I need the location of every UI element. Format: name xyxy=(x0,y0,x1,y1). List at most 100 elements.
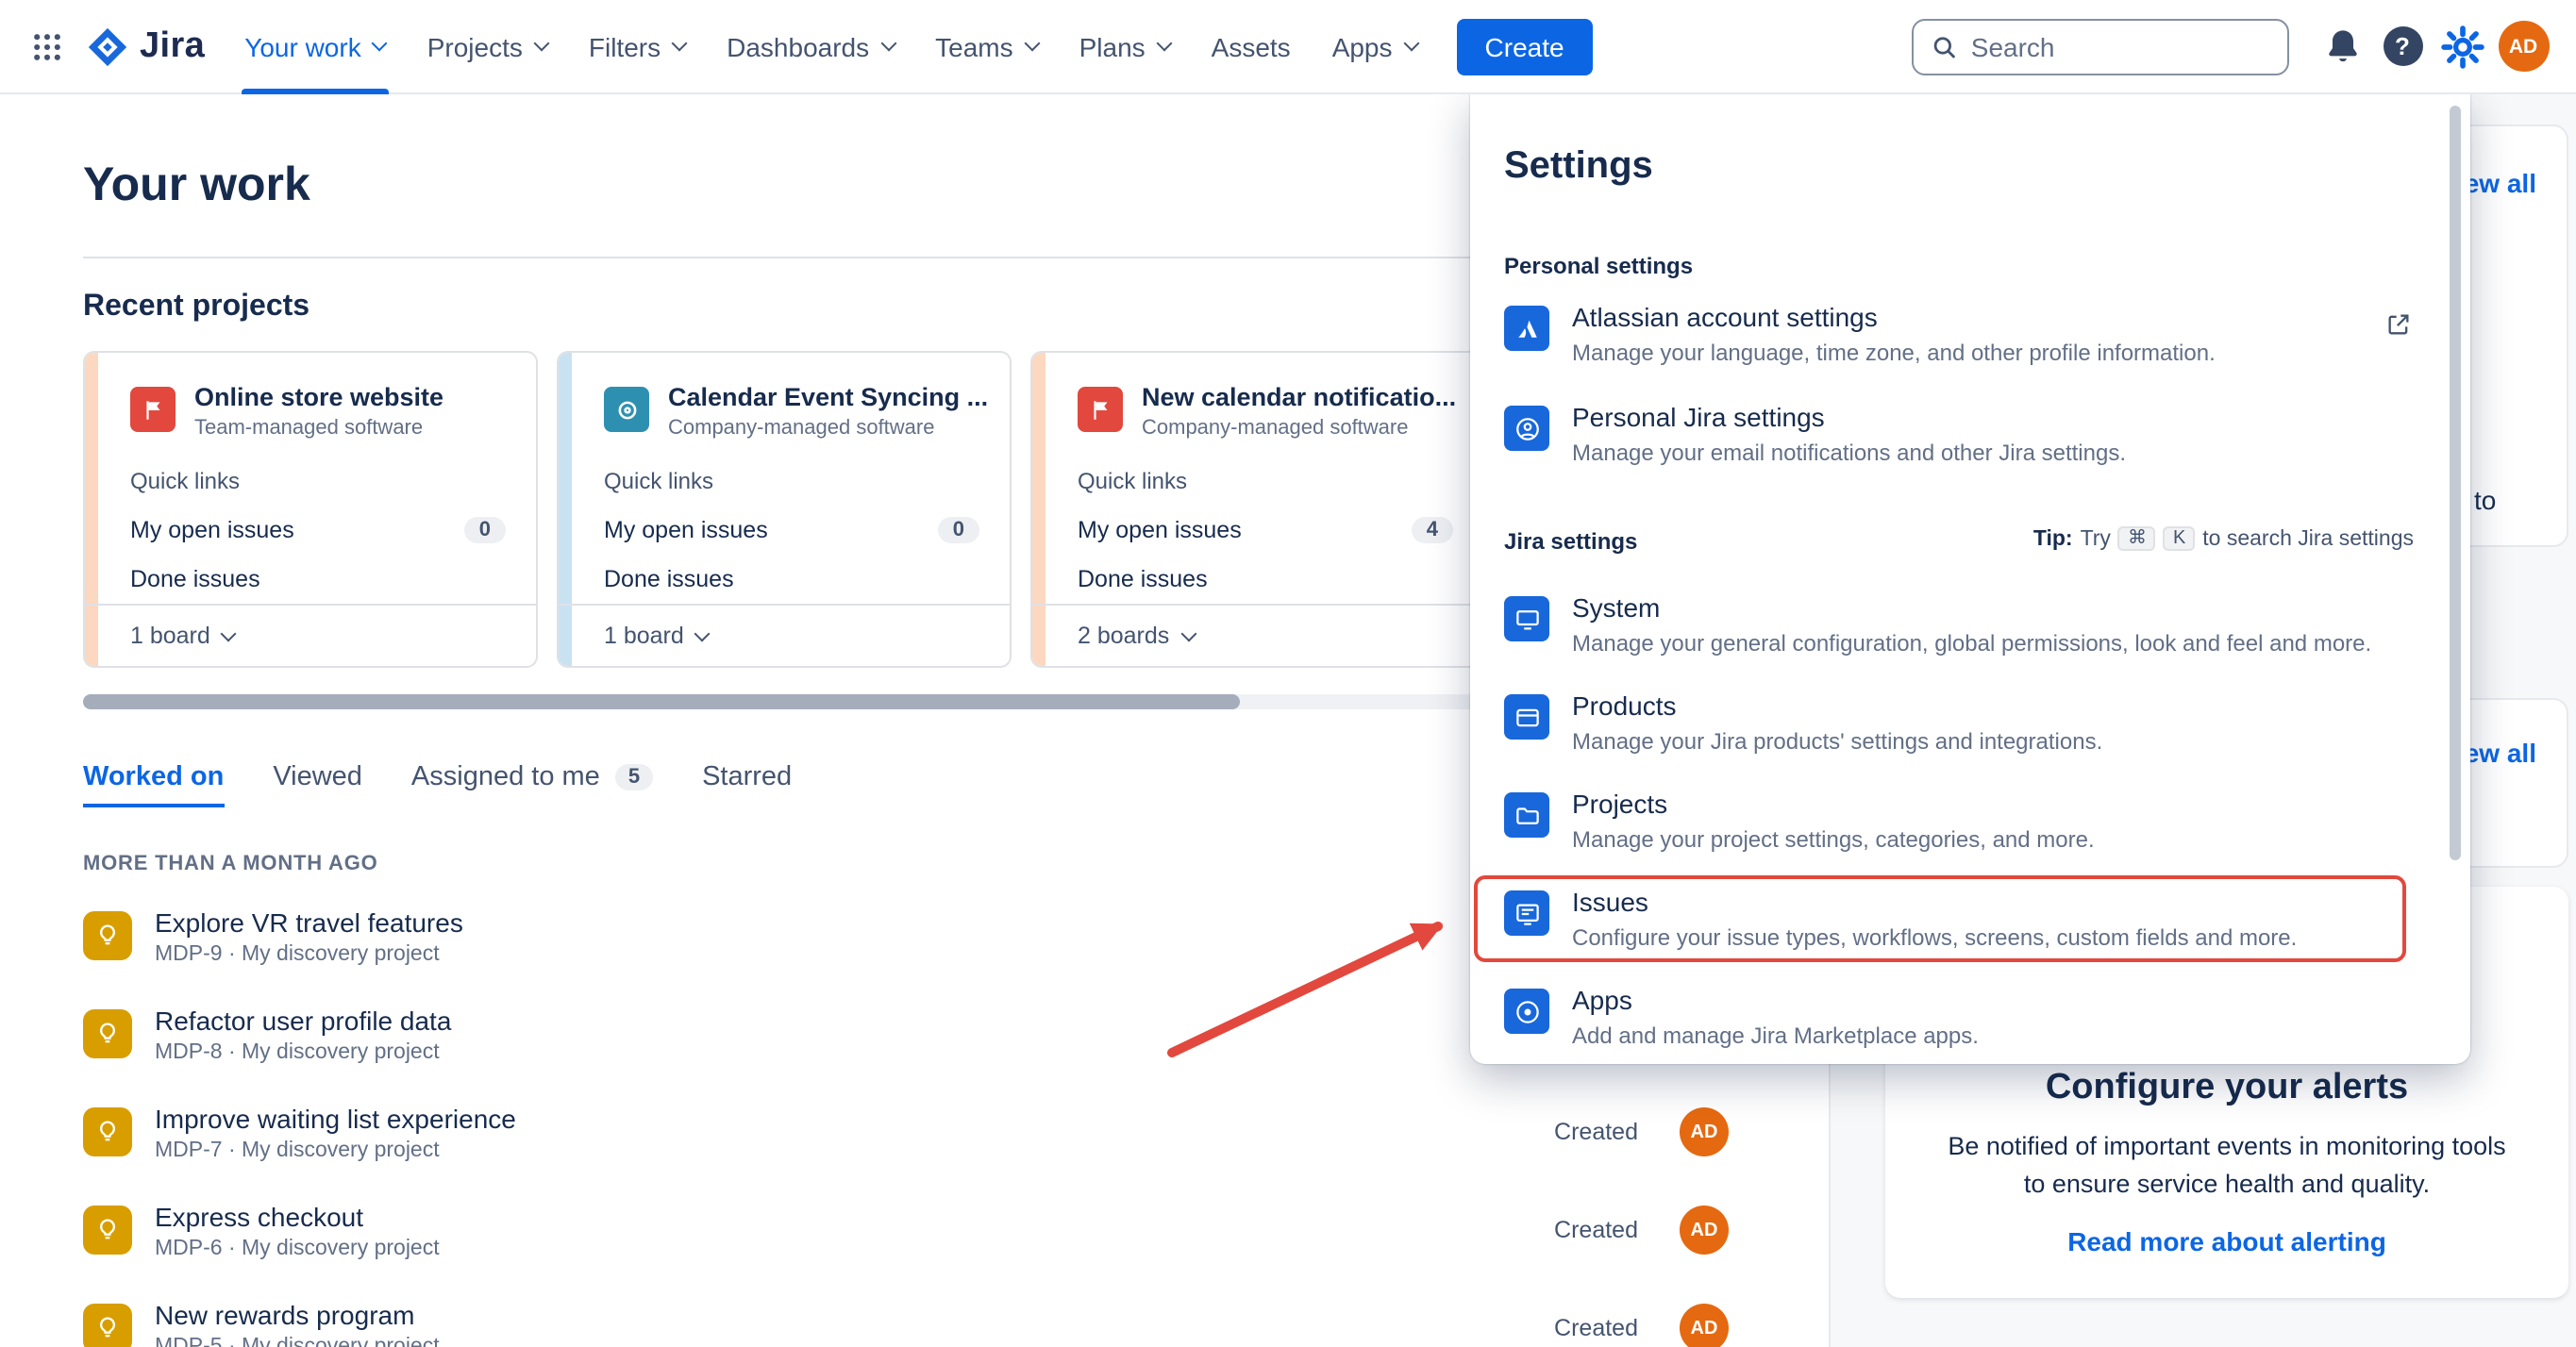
alerts-body: Be notified of important events in monit… xyxy=(1934,1128,2519,1202)
nav-apps[interactable]: Apps xyxy=(1312,0,1438,93)
quick-links-label: Quick links xyxy=(604,468,979,494)
status-text: Created xyxy=(1554,1315,1638,1341)
search-tip: Tip: Try ⌘ K to search Jira settings xyxy=(2033,526,2414,551)
done-issues-row[interactable]: Done issues xyxy=(130,566,506,592)
recent-projects-row: Online store website Team-managed softwa… xyxy=(83,351,1485,668)
idea-icon xyxy=(83,1107,132,1156)
my-open-issues-row[interactable]: My open issues 0 xyxy=(604,517,979,543)
settings-gear-icon[interactable] xyxy=(2433,16,2493,76)
nav-assets[interactable]: Assets xyxy=(1191,0,1312,93)
chevron-down-icon xyxy=(1024,36,1040,52)
nav-projects[interactable]: Projects xyxy=(407,0,568,93)
project-subtitle: Company-managed software xyxy=(668,417,988,440)
chevron-down-icon xyxy=(1403,36,1419,52)
horizontal-scrollbar-thumb[interactable] xyxy=(83,694,1240,709)
page-title: Your work xyxy=(83,158,310,213)
issue-title[interactable]: New rewards program xyxy=(155,1299,440,1329)
done-issues-row[interactable]: Done issues xyxy=(604,566,979,592)
quick-links-label: Quick links xyxy=(1078,468,1453,494)
jira-settings-section-label: Jira settings xyxy=(1504,528,1637,555)
nav-filters[interactable]: Filters xyxy=(568,0,706,93)
avatar-initials: AD xyxy=(2498,21,2549,72)
chevron-down-icon xyxy=(1156,36,1172,52)
project-title[interactable]: Calendar Event Syncing ... xyxy=(668,383,988,411)
chevron-down-icon xyxy=(672,36,688,52)
issue-title[interactable]: Improve waiting list experience xyxy=(155,1103,516,1133)
chevron-down-icon xyxy=(372,36,388,52)
open-issues-count: 4 xyxy=(1412,517,1453,543)
monitor-icon xyxy=(1504,596,1549,641)
notifications-bell-icon[interactable] xyxy=(2312,16,2372,76)
atlassian-logo-icon xyxy=(1504,306,1549,351)
done-issues-row[interactable]: Done issues xyxy=(1078,566,1453,592)
menu-item-apps[interactable]: Apps Add and manage Jira Marketplace app… xyxy=(1504,985,2448,1049)
nav-teams[interactable]: Teams xyxy=(914,0,1058,93)
project-avatar-icon xyxy=(130,387,176,432)
menu-item-atlassian-account[interactable]: Atlassian account settings Manage your l… xyxy=(1504,302,2448,366)
list-item[interactable]: Improve waiting list experience MDP-7 · … xyxy=(83,1083,1732,1181)
board-selector[interactable]: 1 board xyxy=(559,604,1010,666)
tab-worked-on[interactable]: Worked on xyxy=(83,762,224,807)
alerts-read-more-link[interactable]: Read more about alerting xyxy=(2067,1226,2386,1256)
project-subtitle: Team-managed software xyxy=(194,417,443,440)
external-link-icon xyxy=(2385,311,2412,347)
target-icon xyxy=(1504,989,1549,1034)
assignee-avatar: AD xyxy=(1680,1107,1729,1156)
nav-your-work[interactable]: Your work xyxy=(224,0,407,93)
search-input[interactable] xyxy=(1971,31,2268,61)
my-open-issues-row[interactable]: My open issues 0 xyxy=(130,517,506,543)
nav-dashboards[interactable]: Dashboards xyxy=(706,0,914,93)
nav-plans[interactable]: Plans xyxy=(1059,0,1191,93)
my-open-issues-row[interactable]: My open issues 4 xyxy=(1078,517,1453,543)
assignee-avatar: AD xyxy=(1680,1206,1729,1255)
tab-viewed[interactable]: Viewed xyxy=(273,762,362,807)
issue-title[interactable]: Explore VR travel features xyxy=(155,906,463,937)
idea-icon xyxy=(83,911,132,960)
project-card[interactable]: New calendar notificatio... Company-mana… xyxy=(1030,351,1485,668)
jira-logo[interactable]: Jira xyxy=(75,25,224,67)
idea-icon xyxy=(83,1206,132,1255)
chevron-down-icon xyxy=(533,36,549,52)
tab-starred[interactable]: Starred xyxy=(702,762,792,807)
board-selector[interactable]: 1 board xyxy=(85,604,536,666)
project-card[interactable]: Calendar Event Syncing ... Company-manag… xyxy=(557,351,1012,668)
menu-item-personal-jira-settings[interactable]: Personal Jira settings Manage your email… xyxy=(1504,402,2448,466)
project-avatar-icon xyxy=(604,387,649,432)
settings-title: Settings xyxy=(1504,145,1653,189)
issue-meta: MDP-5 · My discovery project xyxy=(155,1335,440,1347)
board-selector[interactable]: 2 boards xyxy=(1032,604,1483,666)
cmd-key-chip: ⌘ xyxy=(2118,526,2156,551)
app-switcher-icon[interactable] xyxy=(19,18,75,75)
dropdown-scrollbar-thumb[interactable] xyxy=(2450,106,2461,860)
jira-wordmark: Jira xyxy=(140,25,205,67)
help-icon[interactable]: ? xyxy=(2372,16,2433,76)
create-button[interactable]: Create xyxy=(1457,18,1593,75)
annotation-arrow xyxy=(1151,902,1472,1072)
tab-assigned-to-me[interactable]: Assigned to me 5 xyxy=(411,762,653,807)
card-icon xyxy=(1504,694,1549,740)
project-avatar-icon xyxy=(1078,387,1123,432)
open-issues-count: 0 xyxy=(938,517,979,543)
jira-mark-icon xyxy=(87,25,128,67)
status-text: Created xyxy=(1554,1119,1638,1145)
idea-icon xyxy=(83,1009,132,1058)
project-title[interactable]: New calendar notificatio... xyxy=(1142,383,1456,411)
personal-settings-section-label: Personal settings xyxy=(1504,253,1693,279)
menu-item-issues[interactable]: Issues Configure your issue types, workf… xyxy=(1504,887,2448,951)
assigned-count-badge: 5 xyxy=(615,764,653,790)
issue-title[interactable]: Refactor user profile data xyxy=(155,1005,451,1035)
search-box[interactable] xyxy=(1912,18,2289,75)
issue-title[interactable]: Express checkout xyxy=(155,1201,440,1231)
quick-links-label: Quick links xyxy=(130,468,506,494)
menu-item-system[interactable]: System Manage your general configuration… xyxy=(1504,592,2448,657)
list-item[interactable]: Express checkout MDP-6 · My discovery pr… xyxy=(83,1181,1732,1279)
worklist-section-label: MORE THAN A MONTH AGO xyxy=(83,853,378,875)
project-title[interactable]: Online store website xyxy=(194,383,443,411)
user-avatar[interactable]: AD xyxy=(2493,16,2553,76)
chevron-down-icon xyxy=(694,625,711,641)
work-tabs: Worked on Viewed Assigned to me 5 Starre… xyxy=(83,762,792,807)
list-item[interactable]: New rewards program MDP-5 · My discovery… xyxy=(83,1279,1732,1347)
menu-item-products[interactable]: Products Manage your Jira products' sett… xyxy=(1504,690,2448,755)
project-card[interactable]: Online store website Team-managed softwa… xyxy=(83,351,538,668)
menu-item-projects[interactable]: Projects Manage your project settings, c… xyxy=(1504,789,2448,853)
